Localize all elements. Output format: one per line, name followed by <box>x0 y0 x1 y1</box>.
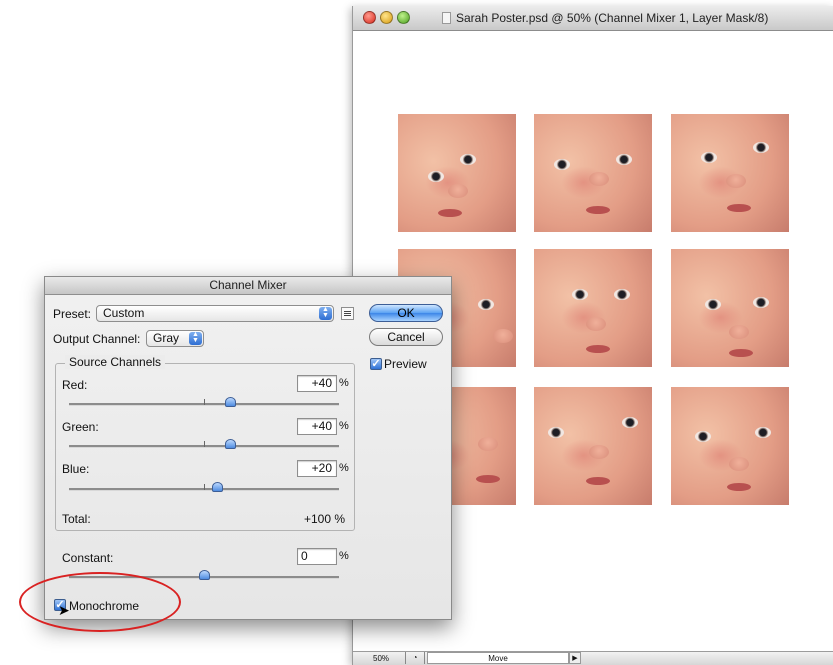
output-channel-select[interactable]: Gray ▲ ▼ <box>146 330 204 347</box>
constant-label: Constant: <box>62 551 114 565</box>
document-icon <box>442 12 451 24</box>
total-label: Total: <box>62 512 91 526</box>
blue-percent: % <box>339 462 349 474</box>
photo-3 <box>671 114 789 232</box>
output-channel-label: Output Channel: <box>53 332 141 346</box>
channel-mixer-dialog: Channel Mixer Preset: Custom ▲ ▼ Output C… <box>44 276 452 620</box>
minimize-button[interactable] <box>380 11 393 24</box>
select-arrows-icon: ▲ ▼ <box>319 306 332 320</box>
blue-slider-thumb[interactable] <box>212 482 223 492</box>
photo-1 <box>398 114 516 232</box>
green-slider-thumb[interactable] <box>225 439 236 449</box>
red-input[interactable]: +40 <box>297 375 337 392</box>
red-slider-thumb[interactable] <box>225 397 236 407</box>
zoom-button[interactable] <box>397 11 410 24</box>
zoom-level[interactable]: 50% <box>373 654 389 663</box>
output-channel-value: Gray <box>153 331 180 345</box>
preset-value: Custom <box>103 306 145 320</box>
blue-label: Blue: <box>62 462 90 476</box>
photo-5 <box>534 249 652 367</box>
photo-8 <box>534 387 652 505</box>
document-title: Sarah Poster.psd @ 50% (Channel Mixer 1,… <box>456 11 769 25</box>
green-input[interactable]: +40 <box>297 418 337 435</box>
photo-9 <box>671 387 789 505</box>
blue-slider-center-tick <box>204 484 205 490</box>
total-value: +100 % <box>304 512 346 526</box>
green-label: Green: <box>62 420 99 434</box>
ok-button[interactable]: OK <box>369 304 443 322</box>
close-button[interactable] <box>363 11 376 24</box>
red-label: Red: <box>62 378 88 392</box>
green-percent: % <box>339 420 349 432</box>
constant-input[interactable]: 0 <box>297 548 337 565</box>
annotation-circle <box>19 572 181 632</box>
document-statusbar: 50% ◔ Move ▶ <box>353 651 833 665</box>
constant-percent: % <box>339 550 349 562</box>
constant-slider-thumb[interactable] <box>199 570 210 580</box>
preset-label: Preset: <box>53 307 92 321</box>
red-percent: % <box>339 377 349 389</box>
blue-input[interactable]: +20 <box>297 460 337 477</box>
photo-6 <box>671 249 789 367</box>
source-channels-label: Source Channels <box>65 355 166 369</box>
red-slider-center-tick <box>204 399 205 405</box>
status-options-icon[interactable]: ◔ <box>405 652 425 664</box>
select-arrows-icon: ▲ ▼ <box>189 331 202 345</box>
mouse-pointer-icon: ➤ <box>58 602 70 618</box>
status-menu-arrow-icon[interactable]: ▶ <box>569 652 581 664</box>
preset-select[interactable]: Custom ▲ ▼ <box>96 305 334 322</box>
preview-checkbox[interactable]: ✓ <box>370 358 382 370</box>
status-info: Move <box>427 652 569 664</box>
cancel-button[interactable]: Cancel <box>369 328 443 346</box>
document-titlebar: Sarah Poster.psd @ 50% (Channel Mixer 1,… <box>353 6 833 31</box>
green-slider-center-tick <box>204 441 205 447</box>
photo-2 <box>534 114 652 232</box>
preview-label: Preview <box>384 357 427 371</box>
dialog-title: Channel Mixer <box>45 277 451 295</box>
preset-options-icon[interactable] <box>341 307 354 320</box>
